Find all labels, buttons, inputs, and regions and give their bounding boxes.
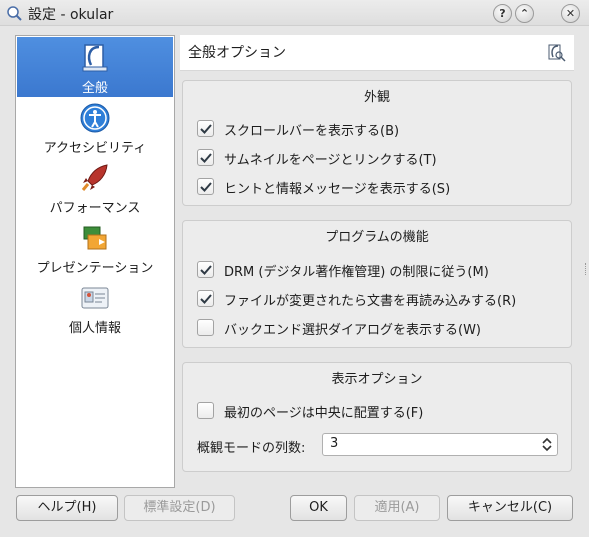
checkbox-box[interactable] — [197, 402, 214, 419]
resize-grip[interactable] — [585, 263, 587, 275]
cancel-button[interactable]: キャンセル(C) — [447, 495, 573, 521]
checkbox-label: 最初のページは中央に配置する(F) — [224, 406, 424, 421]
appearance-group-title: 外観 — [363, 90, 390, 105]
overview-columns-spinbox[interactable]: 3 — [322, 433, 558, 456]
checkbox-box[interactable] — [197, 149, 214, 166]
overview-columns-value[interactable]: 3 — [330, 436, 338, 451]
window-title: 設定 - okular — [28, 7, 114, 23]
sidebar-item-label: 全般 — [81, 81, 108, 96]
ok-button[interactable]: OK — [290, 495, 347, 521]
checkbox-label: スクロールバーを表示する(B) — [224, 124, 400, 139]
checkbox-box[interactable] — [197, 120, 214, 137]
sidebar-item-label: アクセシビリティ — [43, 141, 147, 156]
view-options-group: 表示オプション 最初のページは中央に配置する(F) 概観モードの列数: 3 — [182, 362, 572, 472]
okular-icon — [548, 44, 566, 62]
presentation-icon — [83, 226, 107, 250]
checkbox-label: ヒントと情報メッセージを表示する(S) — [224, 182, 451, 197]
view-options-group-title: 表示オプション — [331, 372, 423, 387]
sidebar-item-label: 個人情報 — [68, 321, 121, 336]
checkbox-box[interactable] — [197, 290, 214, 307]
program-features-group: プログラムの機能 DRM (デジタル著作権管理) の制限に従う(M) ファイルが… — [182, 220, 572, 348]
identity-card-icon — [81, 287, 109, 309]
page-title: 全般オプション — [188, 45, 286, 61]
appearance-group: 外観 スクロールバーを表示する(B) サムネイルをページとリンクする(T) ヒン… — [182, 80, 572, 206]
checkbox-label: ファイルが変更されたら文書を再読み込みする(R) — [224, 294, 517, 309]
checkbox-box[interactable] — [197, 178, 214, 195]
rocket-icon — [81, 164, 108, 191]
collapse-icon[interactable]: ⌃ — [515, 4, 534, 23]
program-features-group-title: プログラムの機能 — [325, 230, 429, 245]
spin-arrows-icon[interactable] — [541, 436, 553, 453]
defaults-button[interactable]: 標準設定(D) — [124, 495, 235, 521]
sidebar-item-identity[interactable]: 個人情報 — [17, 277, 173, 337]
overview-columns-label: 概観モードの列数: — [197, 441, 306, 456]
okular-app-icon — [7, 6, 22, 21]
sidebar-item-performance[interactable]: パフォーマンス — [17, 157, 173, 217]
help-button[interactable]: ヘルプ(H) — [16, 495, 118, 521]
close-icon[interactable]: ✕ — [561, 4, 580, 23]
sidebar-item-general[interactable]: 全般 — [17, 37, 173, 97]
sidebar-item-accessibility[interactable]: アクセシビリティ — [17, 97, 173, 157]
settings-sidebar: 全般 アクセシビリティ パフォーマンス プレゼンテーション 個人情報 — [15, 35, 175, 488]
accessibility-icon — [80, 103, 110, 133]
sidebar-item-label: プレゼンテーション — [36, 261, 154, 276]
checkbox-label: DRM (デジタル著作権管理) の制限に従う(M) — [224, 265, 489, 280]
checkbox-label: サムネイルをページとリンクする(T) — [224, 153, 437, 168]
help-icon[interactable]: ? — [493, 4, 512, 23]
sidebar-item-presentation[interactable]: プレゼンテーション — [17, 217, 173, 277]
page-header: 全般オプション — [180, 35, 574, 71]
apply-button[interactable]: 適用(A) — [354, 495, 440, 521]
checkbox-box[interactable] — [197, 261, 214, 278]
checkbox-label: バックエンド選択ダイアログを表示する(W) — [224, 323, 481, 338]
title-bar[interactable]: 設定 - okular ? ⌃ ✕ — [0, 0, 589, 26]
sidebar-item-label: パフォーマンス — [49, 201, 141, 216]
okular-general-icon — [82, 44, 108, 72]
checkbox-box[interactable] — [197, 319, 214, 336]
